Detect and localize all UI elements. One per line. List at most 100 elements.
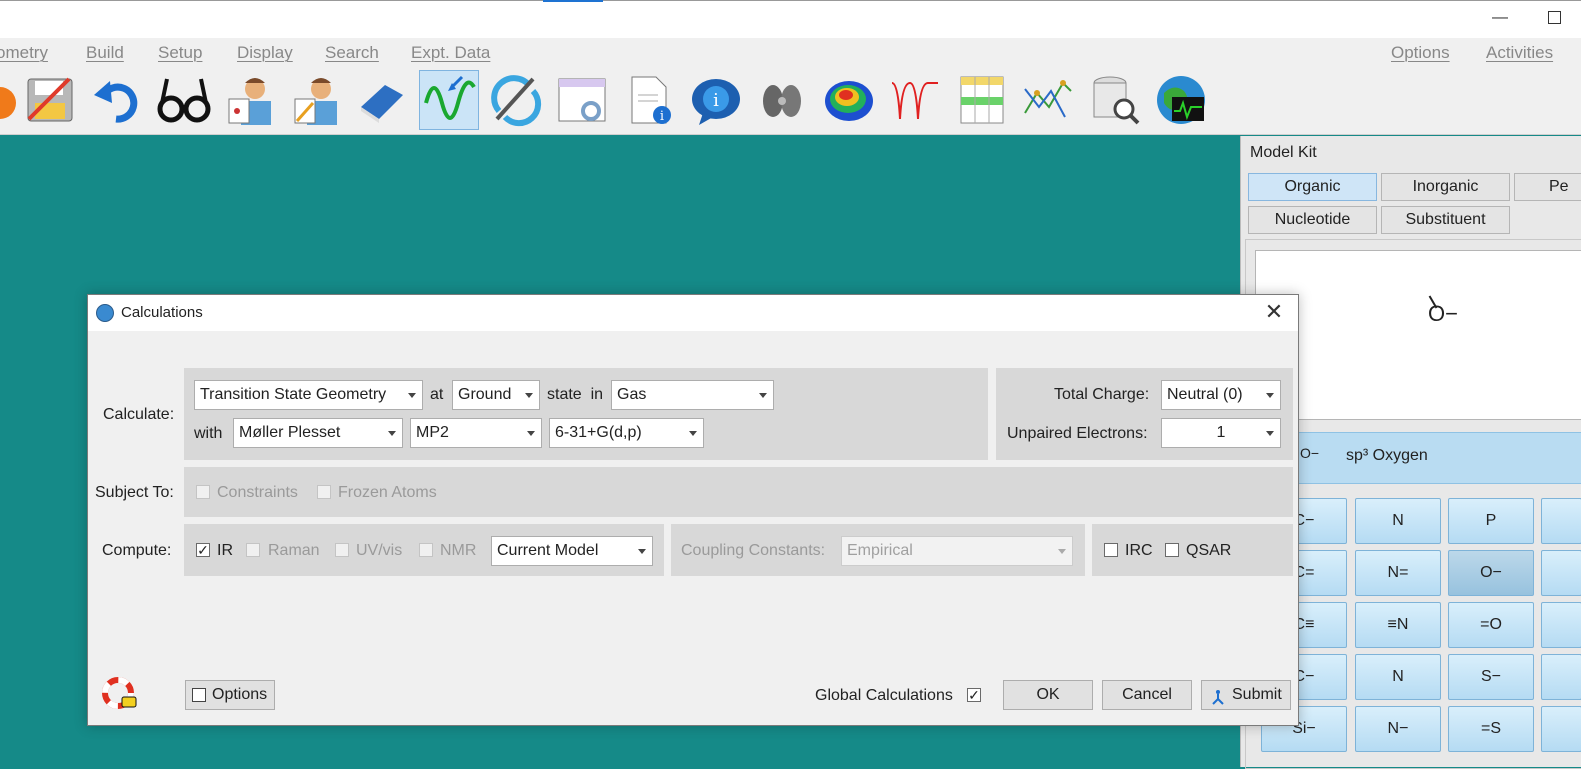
database-search-icon[interactable] bbox=[1085, 70, 1145, 130]
frozen-atoms-checkbox[interactable] bbox=[317, 485, 331, 499]
selected-fragment-name: sp³ Oxygen bbox=[1346, 447, 1428, 464]
maximize-icon[interactable] bbox=[1548, 11, 1561, 24]
menu-options[interactable]: Options bbox=[1391, 43, 1450, 63]
tab-organic[interactable]: Organic bbox=[1248, 173, 1377, 201]
fragment-sp2-nitrogen[interactable]: N= bbox=[1355, 550, 1441, 596]
total-charge-select[interactable]: Neutral (0) bbox=[1161, 380, 1281, 410]
ir-checkbox[interactable]: ✓ bbox=[196, 543, 210, 557]
fragment-preview-label: O− bbox=[1428, 301, 1458, 326]
global-calculations-checkbox[interactable]: ✓ bbox=[967, 688, 981, 702]
menu-display[interactable]: Display bbox=[237, 43, 293, 63]
fragment-thione-sulfur[interactable]: =S bbox=[1448, 706, 1534, 752]
menu-activities[interactable]: Activities bbox=[1486, 43, 1553, 63]
dialog-title: Calculations bbox=[121, 304, 203, 321]
constraints-checkbox[interactable] bbox=[196, 485, 210, 499]
options-button-label: Options bbox=[212, 686, 268, 703]
close-icon[interactable]: ✕ bbox=[1262, 301, 1286, 325]
fragment-sulfur[interactable]: S− bbox=[1448, 654, 1534, 700]
scientist-edit-icon[interactable] bbox=[286, 70, 346, 130]
menu-setup[interactable]: Setup bbox=[158, 43, 202, 63]
help-lifebuoy-icon[interactable] bbox=[102, 677, 138, 713]
spreadsheet-icon[interactable] bbox=[952, 70, 1012, 130]
options-button[interactable]: Options bbox=[185, 680, 275, 710]
tab-substituent[interactable]: Substituent bbox=[1381, 206, 1510, 234]
chevron-down-icon bbox=[638, 549, 646, 554]
potential-map-icon[interactable] bbox=[819, 70, 879, 130]
total-charge-label: Total Charge: bbox=[1054, 386, 1150, 403]
tab-nucleotide[interactable]: Nucleotide bbox=[1248, 206, 1377, 234]
medium-select[interactable]: Gas bbox=[611, 380, 774, 410]
state-select[interactable]: Ground bbox=[452, 380, 540, 410]
app-title-bar: — bbox=[0, 0, 1581, 39]
fragment-extra-3[interactable] bbox=[1541, 602, 1581, 648]
uvvis-checkbox[interactable] bbox=[335, 543, 349, 557]
raman-label: Raman bbox=[268, 542, 320, 559]
menu-search[interactable]: Search bbox=[325, 43, 379, 63]
constraints-label: Constraints bbox=[217, 484, 298, 501]
title-accent bbox=[543, 0, 603, 2]
scientist-view-icon[interactable] bbox=[220, 70, 280, 130]
fragment-extra-5[interactable] bbox=[1541, 706, 1581, 752]
menu-expt-data[interactable]: Expt. Data bbox=[411, 43, 490, 63]
tab-inorganic[interactable]: Inorganic bbox=[1381, 173, 1510, 201]
fragment-extra-2[interactable] bbox=[1541, 550, 1581, 596]
plot-icon[interactable] bbox=[1018, 70, 1078, 130]
globe-icon[interactable] bbox=[1151, 70, 1211, 130]
cancel-button[interactable]: Cancel bbox=[1102, 680, 1192, 710]
ir-spectrum-icon[interactable] bbox=[885, 70, 945, 130]
menu-geometry[interactable]: ometry bbox=[0, 43, 48, 63]
minimize-icon[interactable]: — bbox=[1492, 9, 1508, 26]
calculations-dialog: Calculations ✕ Calculate: Transition Sta… bbox=[87, 294, 1299, 726]
fragment-aromatic-nitrogen[interactable]: N bbox=[1355, 654, 1441, 700]
fragment-phosphorus[interactable]: P bbox=[1448, 498, 1534, 544]
settings-window-icon[interactable] bbox=[552, 70, 612, 130]
document-info-icon[interactable]: i bbox=[619, 70, 679, 130]
fragment-extra-4[interactable] bbox=[1541, 654, 1581, 700]
spectrum-icon[interactable] bbox=[419, 70, 479, 130]
method-select[interactable]: Møller Plesset bbox=[233, 418, 403, 448]
fragment-extra-1[interactable] bbox=[1541, 498, 1581, 544]
save-icon[interactable] bbox=[20, 70, 80, 130]
menu-build[interactable]: Build bbox=[86, 43, 124, 63]
orbital-icon[interactable] bbox=[752, 70, 812, 130]
calc-type-select[interactable]: Transition State Geometry bbox=[194, 380, 423, 410]
irc-label: IRC bbox=[1125, 542, 1153, 559]
coupling-constants-value: Empirical bbox=[847, 542, 913, 559]
compute-label: Compute: bbox=[102, 542, 172, 559]
raman-checkbox[interactable] bbox=[246, 543, 260, 557]
nmr-checkbox[interactable] bbox=[419, 543, 433, 557]
fragment-sp3-oxygen[interactable]: O− bbox=[1448, 550, 1534, 596]
submit-button[interactable]: Submit bbox=[1201, 680, 1291, 710]
irc-checkbox[interactable] bbox=[1104, 543, 1118, 557]
at-label: at bbox=[430, 386, 444, 403]
basis-set-select[interactable]: 6-31+G(d,p) bbox=[549, 418, 704, 448]
submit-button-label: Submit bbox=[1232, 686, 1282, 703]
undo-icon[interactable] bbox=[87, 70, 147, 130]
level-select[interactable]: MP2 bbox=[410, 418, 542, 448]
frozen-atoms-label: Frozen Atoms bbox=[338, 484, 437, 501]
svg-text:i: i bbox=[660, 109, 664, 124]
coupling-constants-label: Coupling Constants: bbox=[681, 542, 826, 559]
info-bubble-icon[interactable]: i bbox=[686, 70, 746, 130]
qsar-label: QSAR bbox=[1186, 542, 1232, 559]
qsar-checkbox[interactable] bbox=[1165, 543, 1179, 557]
ok-button[interactable]: OK bbox=[1003, 680, 1093, 710]
fragment-amide-nitrogen[interactable]: N− bbox=[1355, 706, 1441, 752]
model-select[interactable]: Current Model bbox=[491, 536, 653, 566]
ir-label: IR bbox=[217, 542, 233, 559]
dialog-title-bar: Calculations ✕ bbox=[88, 295, 1298, 331]
coupling-constants-select[interactable]: Empirical bbox=[841, 536, 1073, 566]
fragment-sp3-nitrogen[interactable]: N bbox=[1355, 498, 1441, 544]
fragment-carbonyl-oxygen[interactable]: =O bbox=[1448, 602, 1534, 648]
state-in-label: state in bbox=[547, 386, 603, 404]
svg-text:i: i bbox=[713, 90, 719, 111]
unpaired-electrons-select[interactable]: 1 bbox=[1161, 418, 1281, 448]
refresh-icon[interactable] bbox=[486, 70, 546, 130]
glasses-icon[interactable] bbox=[154, 70, 214, 130]
calculate-label: Calculate: bbox=[103, 406, 175, 423]
eraser-icon[interactable] bbox=[352, 70, 412, 130]
fragment-sp-nitrogen[interactable]: ≡N bbox=[1355, 602, 1441, 648]
tab-peptide[interactable]: Pe bbox=[1514, 173, 1581, 201]
menu-bar: ometry Build Setup Display Search Expt. … bbox=[0, 38, 1581, 66]
state-value: Ground bbox=[458, 386, 512, 403]
